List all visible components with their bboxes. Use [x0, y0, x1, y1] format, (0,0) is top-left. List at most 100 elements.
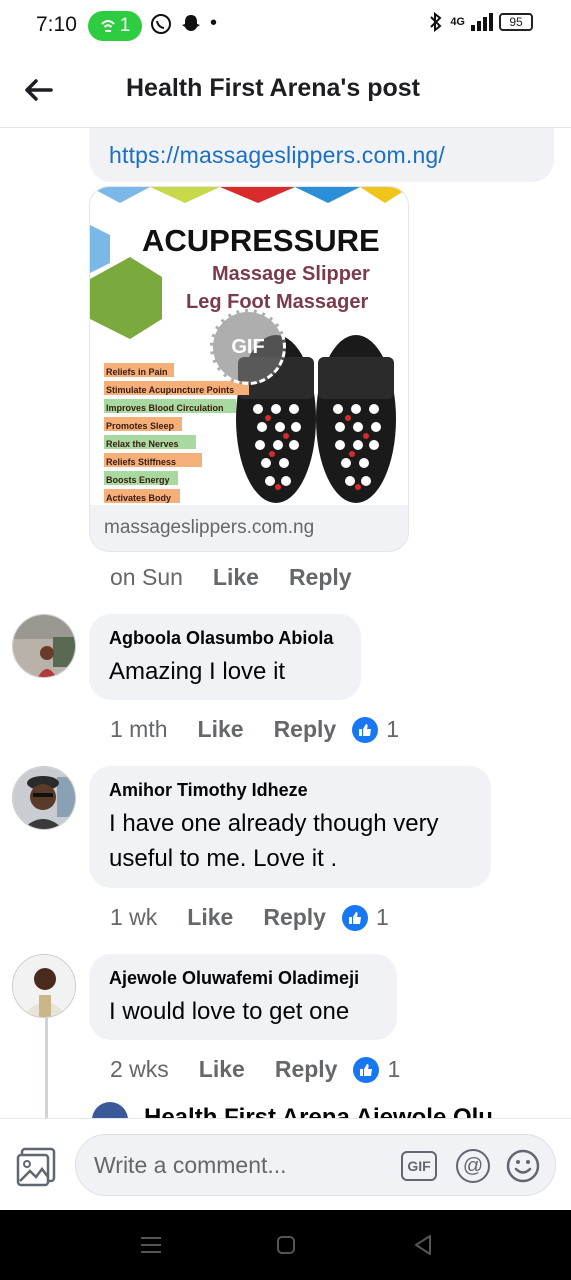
reaction-count[interactable]: 1 — [353, 1056, 400, 1083]
link-preview-card[interactable]: ACUPRESSURE Massage Slipper Leg Foot Mas… — [89, 186, 409, 552]
screen: 7:10 1 • 4G 95 Health First Arena's post… — [0, 0, 571, 1280]
reply-thread-line — [45, 1018, 48, 1118]
reply-button[interactable]: Reply — [289, 564, 352, 591]
battery-level: 95 — [509, 15, 523, 29]
comment-input[interactable]: Write a comment... GIF @ — [75, 1134, 556, 1196]
reaction-number: 1 — [375, 904, 389, 930]
snapchat-icon — [182, 14, 200, 31]
comment-actions: 1 wk Like Reply 1 — [110, 904, 389, 931]
comment-placeholder: Write a comment... — [94, 1152, 287, 1178]
menu-icon — [141, 1237, 161, 1253]
status-bar: 7:10 1 • 4G 95 — [0, 0, 571, 52]
comment-link[interactable]: https://massageslippers.com.ng/ — [109, 142, 445, 169]
reply-preview-text: Health First Arena Ajewole Olu — [144, 1104, 493, 1118]
like-button[interactable]: Like — [198, 716, 244, 743]
comment-time[interactable]: on Sun — [110, 564, 183, 591]
mention-button[interactable]: @ — [456, 1149, 490, 1183]
smiley-icon — [506, 1149, 540, 1183]
network-type: 4G — [450, 16, 465, 28]
benefit-item: Relax the Nerves — [106, 439, 179, 449]
avatar[interactable] — [12, 954, 76, 1018]
hotspot-count: 1 — [119, 15, 131, 36]
reply-button[interactable]: Reply — [263, 904, 326, 931]
comment-text: I have one already though very useful to… — [109, 810, 439, 872]
reply-button[interactable]: Reply — [275, 1056, 338, 1083]
home-square-icon — [277, 1236, 295, 1254]
reply-button[interactable]: Reply — [274, 716, 337, 743]
hotspot-icon — [100, 20, 115, 32]
emoji-button[interactable] — [506, 1149, 540, 1183]
whatsapp-icon — [151, 13, 171, 34]
more-notifications-dot: • — [210, 12, 218, 34]
slipper-right — [316, 335, 396, 503]
commenter-name[interactable]: Ajewole Oluwafemi Oladimeji — [109, 968, 359, 989]
back-button[interactable] — [20, 72, 56, 108]
arrow-left-icon — [25, 79, 53, 101]
thumbs-up-icon — [352, 716, 379, 743]
page-avatar — [92, 1102, 128, 1118]
benefit-item: Improves Blood Circulation — [106, 403, 224, 413]
status-time: 7:10 — [36, 13, 77, 36]
like-button[interactable]: Like — [187, 904, 233, 931]
reaction-number: 1 — [386, 716, 399, 742]
photo-icon — [16, 1147, 56, 1187]
battery-icon: 95 — [499, 13, 533, 31]
comment-text: Amazing I love it — [109, 658, 286, 685]
benefit-item: Activates Body — [106, 493, 172, 503]
benefit-item: Boosts Energy — [106, 475, 170, 485]
bluetooth-icon — [430, 12, 442, 32]
link-preview-domain: massageslippers.com.ng — [104, 517, 315, 538]
home-button[interactable] — [273, 1232, 299, 1258]
comment-composer: Write a comment... GIF @ — [0, 1118, 571, 1210]
user-photo — [13, 955, 75, 1017]
comment-bubble[interactable]: Agboola Olasumbo Abiola Amazing I love i… — [89, 614, 361, 700]
comments-list[interactable]: https://massageslippers.com.ng/ ACUPRESS… — [0, 128, 571, 1118]
like-button[interactable]: Like — [213, 564, 259, 591]
reply-preview[interactable]: Health First Arena Ajewole Olu — [92, 1100, 522, 1118]
recents-button[interactable] — [138, 1232, 164, 1258]
back-nav-button[interactable] — [410, 1232, 436, 1258]
reaction-count[interactable]: 1 — [352, 716, 399, 743]
reaction-count[interactable]: 1 — [341, 904, 389, 931]
benefit-item: Reliefs in Pain — [106, 367, 168, 377]
comment-actions: 2 wks Like Reply 1 — [110, 1056, 400, 1083]
comment-actions: 1 mth Like Reply 1 — [110, 716, 399, 743]
notification-icons: • — [150, 12, 217, 35]
benefit-item: Promotes Sleep — [106, 421, 175, 431]
benefit-item: Stimulate Acupuncture Points — [106, 385, 235, 395]
comment-time[interactable]: 1 wk — [110, 904, 157, 931]
gif-label: GIF — [407, 1158, 431, 1174]
post-header: Health First Arena's post — [0, 52, 571, 128]
system-indicators: 4G 95 — [428, 12, 533, 32]
commenter-name[interactable]: Agboola Olasumbo Abiola — [109, 628, 333, 649]
user-photo — [13, 767, 75, 829]
system-nav-bar — [0, 1210, 571, 1280]
at-icon: @ — [462, 1154, 484, 1177]
benefit-item: Reliefs Stiffness — [106, 457, 177, 467]
benefit-list: Reliefs in Pain Stimulate Acupuncture Po… — [106, 363, 234, 505]
avatar[interactable] — [12, 766, 76, 830]
thumbs-up-icon — [341, 904, 368, 931]
comment-time[interactable]: 2 wks — [110, 1056, 169, 1083]
signal-icon — [471, 13, 493, 31]
avatar[interactable] — [12, 614, 76, 678]
link-comment-bubble: https://massageslippers.com.ng/ — [89, 128, 554, 182]
page-title: Health First Arena's post — [126, 74, 420, 102]
triangle-back-icon — [415, 1235, 431, 1255]
gif-badge-label: GIF — [231, 335, 265, 358]
add-photo-button[interactable] — [16, 1145, 58, 1187]
comment-bubble[interactable]: Amihor Timothy Idheze I have one already… — [89, 766, 491, 888]
link-preview-image[interactable]: ACUPRESSURE Massage Slipper Leg Foot Mas… — [90, 187, 408, 505]
thumbs-up-icon — [353, 1056, 380, 1083]
hotspot-indicator: 1 — [88, 11, 142, 41]
comment-bubble[interactable]: Ajewole Oluwafemi Oladimeji I would love… — [89, 954, 397, 1040]
comment-time[interactable]: 1 mth — [110, 716, 168, 743]
gif-button[interactable]: GIF — [401, 1151, 437, 1181]
comment-actions: on Sun Like Reply — [110, 564, 382, 591]
ad-subline-1: Massage Slipper — [212, 263, 370, 285]
reaction-number: 1 — [387, 1056, 401, 1082]
like-button[interactable]: Like — [199, 1056, 245, 1083]
commenter-name[interactable]: Amihor Timothy Idheze — [109, 780, 308, 801]
ad-headline: ACUPRESSURE — [142, 223, 380, 258]
comment-text: I would love to get one — [109, 998, 350, 1025]
